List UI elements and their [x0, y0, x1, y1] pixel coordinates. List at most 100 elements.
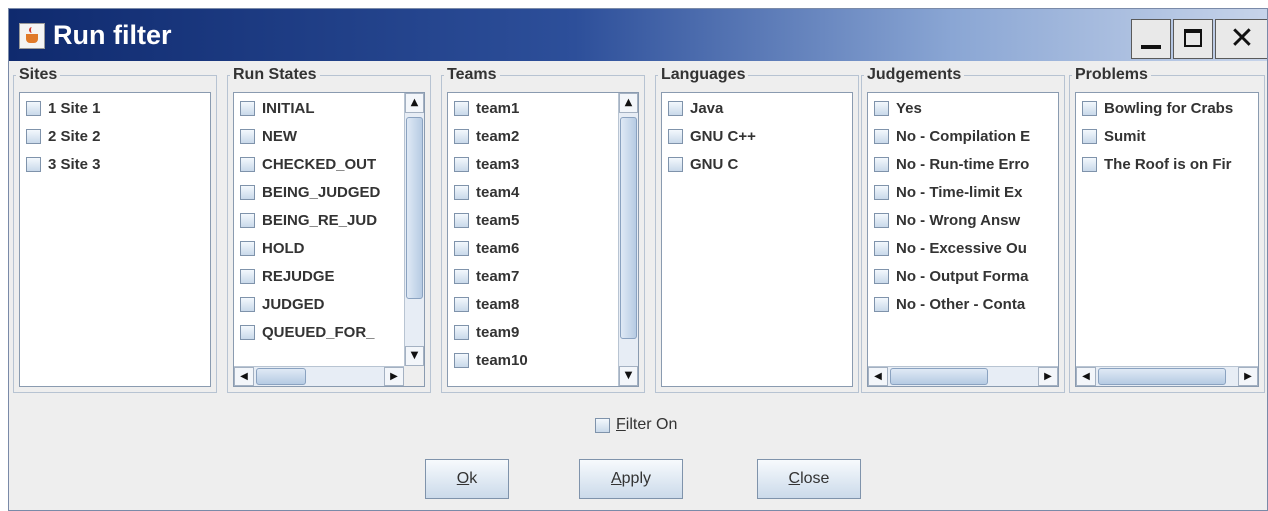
scroll-down-icon[interactable]: ▼: [405, 346, 424, 366]
list-item[interactable]: No - Excessive Ou: [874, 236, 1027, 260]
list-item[interactable]: The Roof is on Fir: [1082, 152, 1232, 176]
vertical-scrollbar[interactable]: ▲ ▼: [618, 93, 638, 386]
list-item[interactable]: No - Wrong Answ: [874, 208, 1020, 232]
horizontal-scrollbar[interactable]: ◀ ▶: [1076, 366, 1258, 386]
list-item[interactable]: 2 Site 2: [26, 124, 101, 148]
list-item[interactable]: BEING_RE_JUD: [240, 208, 377, 232]
list-item[interactable]: team7: [454, 264, 519, 288]
checkbox[interactable]: [240, 212, 255, 228]
scroll-thumb[interactable]: [406, 117, 423, 299]
scroll-left-icon[interactable]: ◀: [868, 367, 888, 386]
checkbox[interactable]: [26, 100, 41, 116]
scroll-thumb[interactable]: [620, 117, 637, 339]
checkbox[interactable]: [240, 156, 255, 172]
checkbox[interactable]: [454, 212, 469, 228]
checkbox[interactable]: [240, 128, 255, 144]
list-item[interactable]: team2: [454, 124, 519, 148]
list-item[interactable]: JUDGED: [240, 292, 325, 316]
checkbox[interactable]: [454, 128, 469, 144]
scroll-left-icon[interactable]: ◀: [234, 367, 254, 386]
checkbox[interactable]: [874, 296, 889, 312]
list-item[interactable]: team4: [454, 180, 519, 204]
list-item[interactable]: Sumit: [1082, 124, 1146, 148]
filter-on-checkbox[interactable]: Filter On: [595, 413, 677, 437]
checkbox[interactable]: [454, 184, 469, 200]
checkbox[interactable]: [1082, 156, 1097, 172]
list-item[interactable]: 1 Site 1: [26, 96, 101, 120]
list-item[interactable]: NEW: [240, 124, 297, 148]
checkbox[interactable]: [874, 156, 889, 172]
horizontal-scrollbar[interactable]: ◀ ▶: [868, 366, 1058, 386]
list-item[interactable]: Bowling for Crabs: [1082, 96, 1233, 120]
checkbox[interactable]: [454, 324, 469, 340]
list-item[interactable]: CHECKED_OUT: [240, 152, 376, 176]
list-item[interactable]: team5: [454, 208, 519, 232]
list-item[interactable]: BEING_JUDGED: [240, 180, 380, 204]
checkbox[interactable]: [874, 100, 889, 116]
list-item[interactable]: No - Run-time Erro: [874, 152, 1029, 176]
scroll-down-icon[interactable]: ▼: [619, 366, 638, 386]
checkbox[interactable]: [240, 296, 255, 312]
list-item[interactable]: GNU C++: [668, 124, 756, 148]
checkbox[interactable]: [1082, 128, 1097, 144]
close-button[interactable]: Close: [757, 459, 861, 499]
list-item[interactable]: INITIAL: [240, 96, 315, 120]
close-window-button[interactable]: ✕: [1215, 19, 1267, 59]
checkbox[interactable]: [454, 352, 469, 368]
vertical-scrollbar[interactable]: ▲ ▼: [404, 93, 424, 366]
scroll-left-icon[interactable]: ◀: [1076, 367, 1096, 386]
scroll-right-icon[interactable]: ▶: [1038, 367, 1058, 386]
scroll-up-icon[interactable]: ▲: [405, 93, 424, 113]
checkbox[interactable]: [454, 156, 469, 172]
list-item[interactable]: REJUDGE: [240, 264, 335, 288]
scroll-right-icon[interactable]: ▶: [1238, 367, 1258, 386]
checkbox[interactable]: [595, 417, 610, 433]
minimize-button[interactable]: [1131, 19, 1171, 59]
ok-button[interactable]: Ok: [425, 459, 509, 499]
list-item[interactable]: QUEUED_FOR_: [240, 320, 375, 344]
checkbox[interactable]: [240, 268, 255, 284]
checkbox[interactable]: [874, 212, 889, 228]
horizontal-scrollbar[interactable]: ◀ ▶: [234, 366, 404, 386]
list-item[interactable]: team6: [454, 236, 519, 260]
checkbox[interactable]: [874, 184, 889, 200]
list-item[interactable]: team9: [454, 320, 519, 344]
checkbox[interactable]: [240, 240, 255, 256]
checkbox[interactable]: [240, 100, 255, 116]
scroll-thumb[interactable]: [890, 368, 988, 385]
list-item[interactable]: GNU C: [668, 152, 738, 176]
list-item[interactable]: Java: [668, 96, 723, 120]
list-item[interactable]: No - Compilation E: [874, 124, 1030, 148]
checkbox[interactable]: [26, 128, 41, 144]
apply-button[interactable]: Apply: [579, 459, 683, 499]
checkbox[interactable]: [454, 240, 469, 256]
scroll-thumb[interactable]: [256, 368, 306, 385]
checkbox[interactable]: [26, 156, 41, 172]
checkbox[interactable]: [874, 128, 889, 144]
checkbox[interactable]: [668, 156, 683, 172]
maximize-button[interactable]: [1173, 19, 1213, 59]
scroll-right-icon[interactable]: ▶: [384, 367, 404, 386]
list-item[interactable]: No - Other - Conta: [874, 292, 1025, 316]
list-item[interactable]: team10: [454, 348, 528, 372]
scroll-up-icon[interactable]: ▲: [619, 93, 638, 113]
list-item[interactable]: team3: [454, 152, 519, 176]
checkbox[interactable]: [240, 324, 255, 340]
list-item[interactable]: 3 Site 3: [26, 152, 101, 176]
list-item[interactable]: team8: [454, 292, 519, 316]
checkbox[interactable]: [240, 184, 255, 200]
checkbox[interactable]: [454, 100, 469, 116]
list-item[interactable]: team1: [454, 96, 519, 120]
checkbox[interactable]: [874, 268, 889, 284]
list-item[interactable]: No - Output Forma: [874, 264, 1028, 288]
list-item[interactable]: Yes: [874, 96, 922, 120]
checkbox[interactable]: [454, 268, 469, 284]
checkbox[interactable]: [668, 128, 683, 144]
scroll-thumb[interactable]: [1098, 368, 1226, 385]
title-bar[interactable]: Run filter ✕: [9, 9, 1267, 61]
list-item[interactable]: HOLD: [240, 236, 305, 260]
list-item[interactable]: No - Time-limit Ex: [874, 180, 1022, 204]
checkbox[interactable]: [1082, 100, 1097, 116]
checkbox[interactable]: [874, 240, 889, 256]
checkbox[interactable]: [454, 296, 469, 312]
